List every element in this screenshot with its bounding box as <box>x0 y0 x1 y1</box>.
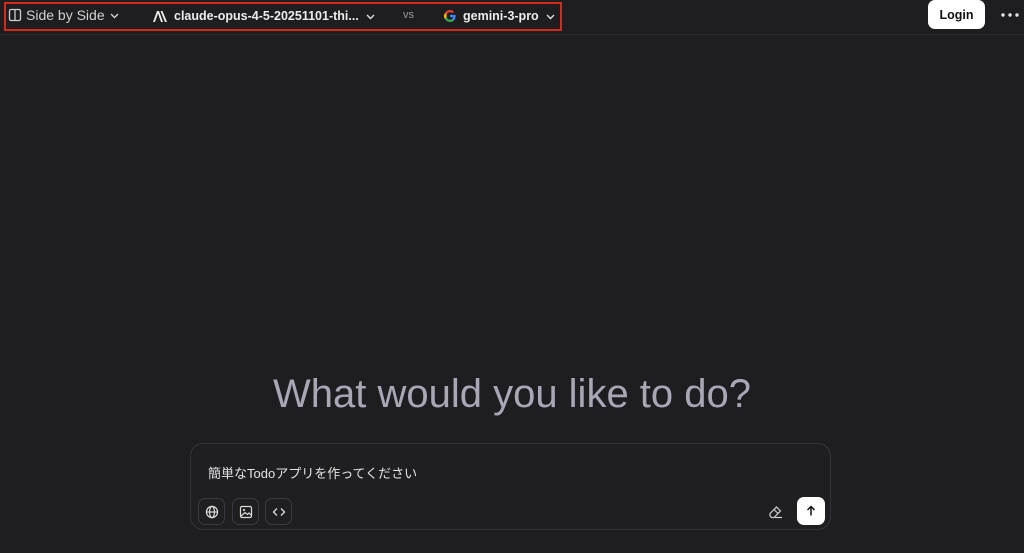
top-bar: Side by Side claude-opus-4-5-20251101-th… <box>0 0 1024 35</box>
prompt-input[interactable]: 簡単なTodoアプリを作ってください <box>208 463 808 482</box>
anthropic-logo-icon <box>152 10 168 23</box>
code-mode-button[interactable] <box>265 498 292 525</box>
prompt-composer: 簡単なTodoアプリを作ってください <box>190 443 831 530</box>
send-button[interactable] <box>797 497 825 525</box>
chevron-down-icon <box>109 10 120 21</box>
login-button[interactable]: Login <box>928 0 985 29</box>
model-a-selector[interactable]: claude-opus-4-5-20251101-thi... <box>152 7 376 25</box>
mode-label: Side by Side <box>26 7 105 23</box>
google-logo-icon <box>443 9 457 23</box>
split-view-icon <box>8 8 22 22</box>
model-a-name: claude-opus-4-5-20251101-thi... <box>174 9 359 23</box>
image-upload-button[interactable] <box>232 498 259 525</box>
eraser-icon <box>768 503 784 519</box>
chevron-down-icon <box>545 11 556 22</box>
mode-selector[interactable]: Side by Side <box>8 6 120 24</box>
arrow-up-icon <box>805 505 817 517</box>
globe-icon <box>205 505 219 519</box>
more-options-icon[interactable] <box>1000 6 1020 24</box>
model-b-name: gemini-3-pro <box>463 9 539 23</box>
code-icon <box>272 505 286 519</box>
image-icon <box>239 505 253 519</box>
vs-label: vs <box>403 9 414 21</box>
web-search-button[interactable] <box>198 498 225 525</box>
clear-button[interactable] <box>765 500 787 522</box>
model-b-selector[interactable]: gemini-3-pro <box>443 7 556 25</box>
page-headline: What would you like to do? <box>272 372 752 416</box>
chevron-down-icon <box>365 11 376 22</box>
